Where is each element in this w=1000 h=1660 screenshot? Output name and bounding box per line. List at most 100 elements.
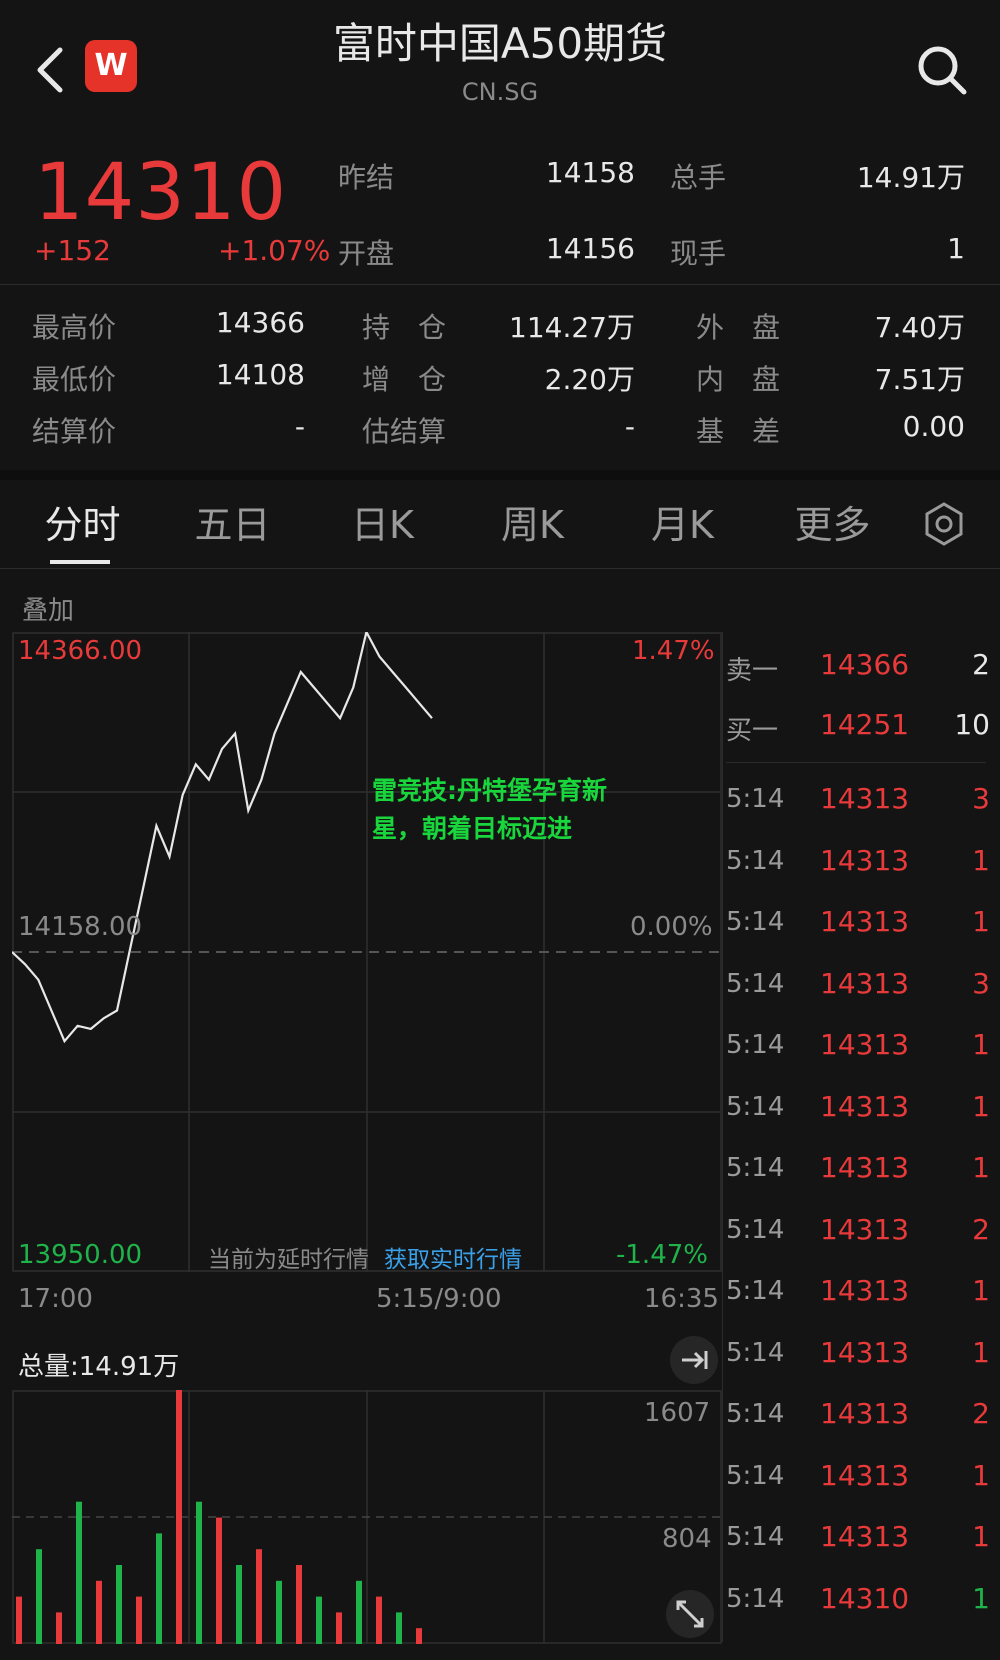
volume-bar: [136, 1596, 142, 1644]
trade-price: 14313: [820, 843, 910, 877]
stat-label: 估结算: [362, 415, 447, 448]
trade-price: 14313: [820, 782, 910, 815]
volume-bar: [376, 1596, 382, 1644]
intraday-chart[interactable]: [12, 632, 722, 1272]
stat-label: 外 盘: [696, 311, 781, 344]
stat-value: 7.51万: [874, 363, 965, 396]
collapse-panel-button[interactable]: [670, 1336, 718, 1384]
ask-qty: 2: [972, 648, 990, 681]
volume-bar: [176, 1390, 182, 1644]
expand-icon: [676, 1600, 704, 1628]
volume-bar: [216, 1517, 222, 1644]
volume-bar: [76, 1501, 82, 1644]
trade-time: 5:14: [726, 1214, 785, 1245]
volume-bar: [336, 1612, 342, 1644]
ask-price: 14366: [820, 648, 910, 681]
volume-chart: [12, 1390, 722, 1644]
trade-qty: 1: [972, 1274, 990, 1307]
search-icon[interactable]: [914, 42, 970, 98]
tab-daily-k[interactable]: 日K: [330, 494, 435, 549]
y-axis-low: 13950.00: [18, 1240, 143, 1270]
trade-price: 14313: [820, 1397, 910, 1430]
stat-value: 1: [947, 232, 965, 265]
stat-value: 14366: [215, 306, 305, 339]
tab-monthly-k[interactable]: 月K: [630, 494, 735, 549]
trade-qty: 1: [972, 1151, 990, 1184]
divider: [722, 632, 723, 1642]
stat-label: 最高价: [32, 311, 117, 344]
bid-label: 买一: [726, 716, 779, 746]
trade-qty: 1: [972, 843, 990, 877]
trade-qty: 3: [972, 782, 990, 815]
overlay-button[interactable]: 叠加: [22, 590, 74, 627]
overlay-watermark-text: 雷竞技:丹特堡孕育新星，朝着目标迈进: [372, 776, 607, 843]
pct-axis-low: -1.47%: [616, 1240, 708, 1270]
divider: [0, 470, 1000, 480]
trade-qty: 3: [972, 966, 990, 1000]
stat-value: -: [294, 410, 305, 443]
trade-time: 5:14: [726, 1583, 785, 1614]
trade-price: 14313: [820, 1274, 910, 1307]
y-axis-mid: 14158.00: [18, 912, 143, 942]
volume-bar: [156, 1533, 162, 1644]
volume-bar: [236, 1565, 242, 1644]
trade-time: 5:14: [726, 1030, 785, 1060]
trade-price: 14313: [820, 905, 910, 938]
volume-bar: [416, 1628, 422, 1644]
tab-weekly-k[interactable]: 周K: [480, 494, 585, 549]
trade-qty: 1: [972, 1028, 990, 1061]
tab-intraday[interactable]: 分时: [30, 494, 135, 549]
trade-time: 5:14: [726, 1460, 785, 1491]
trade-qty: 1: [972, 1458, 990, 1492]
delay-note: 当前为延时行情: [208, 1247, 369, 1273]
trade-qty: 1: [972, 1089, 990, 1123]
stat-value: 114.27万: [509, 311, 635, 344]
trade-time: 5:14: [726, 1522, 785, 1552]
volume-bar: [296, 1565, 302, 1644]
stat-label: 内 盘: [696, 363, 781, 396]
divider: [726, 762, 986, 763]
pct-axis-mid: 0.00%: [630, 912, 713, 942]
x-axis-mid: 5:15/9:00: [376, 1284, 502, 1314]
volume-bar: [116, 1565, 122, 1644]
stat-label: 现手: [670, 237, 727, 270]
trade-price: 14313: [820, 1520, 910, 1553]
volume-bar: [16, 1596, 22, 1644]
stat-value: -: [624, 410, 635, 443]
active-tab-indicator: [50, 560, 110, 564]
stat-value: 7.40万: [874, 311, 965, 344]
x-axis-start: 17:00: [18, 1284, 93, 1314]
trade-price: 14313: [820, 1089, 910, 1123]
tab-more[interactable]: 更多: [780, 494, 885, 549]
trade-qty: 1: [972, 1335, 990, 1369]
fullscreen-button[interactable]: [666, 1590, 714, 1638]
trade-price: 14313: [820, 1212, 910, 1246]
volume-axis-mid: 804: [662, 1524, 712, 1554]
divider: [0, 568, 1000, 569]
volume-bar: [56, 1612, 62, 1644]
trade-price: 14313: [820, 1151, 910, 1184]
tab-five-day[interactable]: 五日: [180, 494, 285, 549]
bid-qty: 10: [954, 708, 990, 741]
volume-bar: [276, 1580, 282, 1644]
stat-label: 增 仓: [362, 363, 447, 396]
volume-bar: [36, 1549, 42, 1644]
settings-hexagon-icon[interactable]: [920, 500, 968, 548]
trade-price: 14313: [820, 1458, 910, 1492]
trade-qty: 1: [972, 1520, 990, 1553]
price-change-pct: +1.07%: [218, 234, 331, 267]
x-axis-end: 16:35: [644, 1284, 719, 1314]
trade-qty: 1: [972, 1581, 990, 1615]
stat-value: 0.00: [902, 410, 965, 443]
trade-price: 14310: [820, 1581, 910, 1615]
volume-axis-high: 1607: [644, 1398, 711, 1428]
stat-value: 14158: [545, 156, 635, 189]
trade-time: 5:14: [726, 1399, 785, 1429]
trade-price: 14313: [820, 1028, 910, 1061]
volume-total: 总量:14.91万: [18, 1352, 180, 1382]
stat-label: 结算价: [32, 415, 117, 448]
stat-label: 昨结: [338, 161, 395, 194]
volume-bar: [196, 1501, 202, 1644]
realtime-link[interactable]: 获取实时行情: [384, 1240, 522, 1274]
trade-time: 5:14: [726, 845, 785, 876]
